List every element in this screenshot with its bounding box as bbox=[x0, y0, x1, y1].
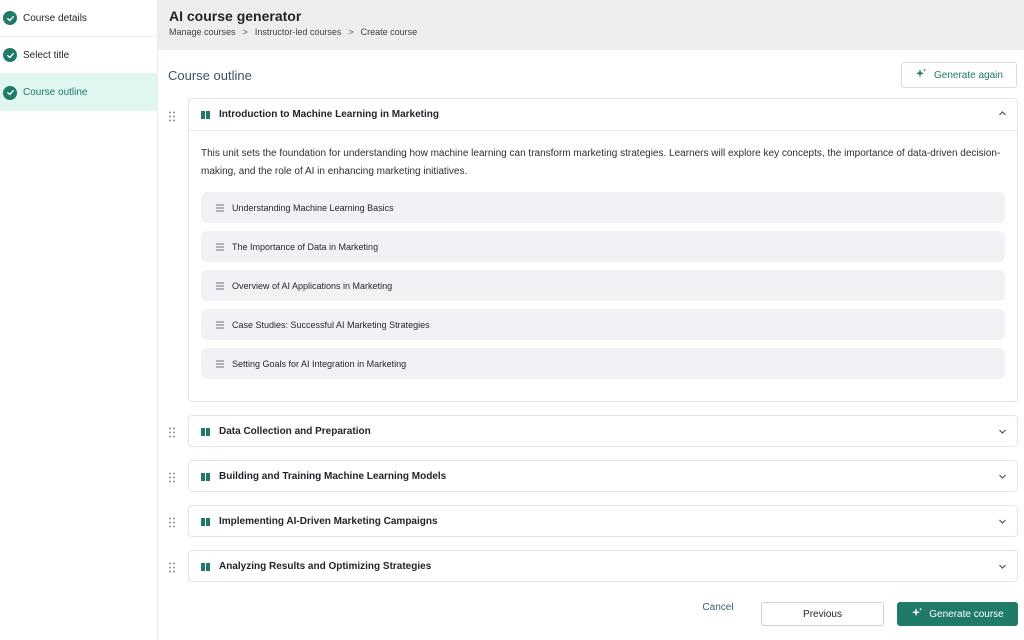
step-label: Course details bbox=[23, 12, 87, 24]
unit-header[interactable]: Analyzing Results and Optimizing Strateg… bbox=[189, 551, 1017, 582]
unit-title: Implementing AI-Driven Marketing Campaig… bbox=[219, 516, 438, 527]
lesson-lines-icon bbox=[216, 321, 224, 329]
main-content: Course outline Generate again Introducti… bbox=[158, 50, 1024, 640]
unit-header[interactable]: Building and Training Machine Learning M… bbox=[189, 461, 1017, 492]
lesson-lines-icon bbox=[216, 282, 224, 290]
cancel-button[interactable]: Cancel bbox=[699, 602, 737, 613]
page-header: AI course generator Manage courses > Ins… bbox=[158, 0, 1024, 50]
lesson-lines-icon bbox=[216, 243, 224, 251]
drag-handle-icon[interactable] bbox=[168, 470, 178, 483]
unit-description: This unit sets the foundation for unders… bbox=[201, 148, 1001, 177]
lesson-item[interactable]: Overview of AI Applications in Marketing bbox=[201, 270, 1005, 301]
lesson-title: Setting Goals for AI Integration in Mark… bbox=[232, 358, 407, 369]
unit-card: Building and Training Machine Learning M… bbox=[188, 460, 1018, 492]
generate-course-button[interactable]: Generate course bbox=[897, 602, 1018, 626]
chevron-down-icon[interactable] bbox=[998, 517, 1007, 526]
lesson-item[interactable]: Understanding Machine Learning Basics bbox=[201, 192, 1005, 223]
drag-handle-icon[interactable] bbox=[168, 560, 178, 573]
step-label: Select title bbox=[23, 49, 70, 61]
page-title: AI course generator bbox=[169, 8, 302, 24]
unit-body: This unit sets the foundation for unders… bbox=[189, 130, 1017, 379]
lesson-item[interactable]: Case Studies: Successful AI Marketing St… bbox=[201, 309, 1005, 340]
lesson-item[interactable]: Setting Goals for AI Integration in Mark… bbox=[201, 348, 1005, 379]
lesson-title: Case Studies: Successful AI Marketing St… bbox=[232, 319, 430, 330]
generate-again-button[interactable]: Generate again bbox=[901, 62, 1017, 88]
step-label: Course outline bbox=[23, 87, 88, 98]
lesson-title: Overview of AI Applications in Marketing bbox=[232, 280, 393, 291]
chevron-up-icon[interactable] bbox=[998, 109, 1007, 118]
chevron-down-icon[interactable] bbox=[998, 427, 1007, 436]
step-select-title[interactable]: Select title bbox=[0, 37, 157, 74]
breadcrumb-current: Create course bbox=[360, 27, 418, 37]
unit-header[interactable]: Implementing AI-Driven Marketing Campaig… bbox=[189, 506, 1017, 537]
breadcrumb-manage-courses[interactable]: Manage courses bbox=[169, 27, 236, 37]
unit-card: Introduction to Machine Learning in Mark… bbox=[188, 98, 1018, 402]
book-icon bbox=[201, 110, 210, 119]
chevron-down-icon[interactable] bbox=[998, 472, 1007, 481]
chevron-down-icon[interactable] bbox=[998, 562, 1007, 571]
unit-title: Analyzing Results and Optimizing Strateg… bbox=[219, 561, 432, 572]
book-icon bbox=[201, 562, 210, 571]
book-icon bbox=[201, 427, 210, 436]
lesson-lines-icon bbox=[216, 204, 224, 212]
lesson-list: Understanding Machine Learning Basics Th… bbox=[201, 192, 1005, 379]
check-circle-icon bbox=[3, 48, 17, 62]
drag-handle-icon[interactable] bbox=[168, 109, 178, 122]
sparkle-icon bbox=[915, 68, 927, 83]
unit-title: Building and Training Machine Learning M… bbox=[219, 471, 447, 482]
book-icon bbox=[201, 472, 210, 481]
breadcrumb-separator: > bbox=[242, 27, 248, 37]
check-circle-icon bbox=[3, 85, 17, 100]
unit-header[interactable]: Data Collection and Preparation bbox=[189, 416, 1017, 447]
unit-card: Implementing AI-Driven Marketing Campaig… bbox=[188, 505, 1018, 537]
drag-handle-icon[interactable] bbox=[168, 425, 178, 438]
previous-label: Previous bbox=[803, 608, 842, 620]
lesson-title: Understanding Machine Learning Basics bbox=[232, 202, 394, 213]
unit-title: Data Collection and Preparation bbox=[219, 426, 371, 437]
check-circle-icon bbox=[3, 11, 17, 25]
lesson-title: The Importance of Data in Marketing bbox=[232, 241, 379, 252]
unit-card: Data Collection and Preparation bbox=[188, 415, 1018, 447]
breadcrumb-separator: > bbox=[348, 27, 354, 37]
previous-button[interactable]: Previous bbox=[761, 602, 884, 626]
unit-header[interactable]: Introduction to Machine Learning in Mark… bbox=[189, 99, 1017, 130]
unit-title: Introduction to Machine Learning in Mark… bbox=[219, 109, 440, 120]
section-title: Course outline bbox=[168, 68, 252, 83]
unit-card: Analyzing Results and Optimizing Strateg… bbox=[188, 550, 1018, 582]
step-course-details[interactable]: Course details bbox=[0, 0, 157, 37]
sparkle-icon bbox=[911, 607, 923, 622]
step-course-outline[interactable]: Course outline bbox=[0, 74, 157, 111]
lesson-lines-icon bbox=[216, 360, 224, 368]
generate-again-label: Generate again bbox=[934, 69, 1003, 81]
book-icon bbox=[201, 517, 210, 526]
steps-sidebar: Course details Select title Course outli… bbox=[0, 0, 158, 640]
breadcrumb-instructor-led-courses[interactable]: Instructor-led courses bbox=[255, 27, 342, 37]
breadcrumb: Manage courses > Instructor-led courses … bbox=[169, 27, 1024, 37]
generate-course-label: Generate course bbox=[929, 608, 1004, 620]
lesson-item[interactable]: The Importance of Data in Marketing bbox=[201, 231, 1005, 262]
drag-handle-icon[interactable] bbox=[168, 515, 178, 528]
